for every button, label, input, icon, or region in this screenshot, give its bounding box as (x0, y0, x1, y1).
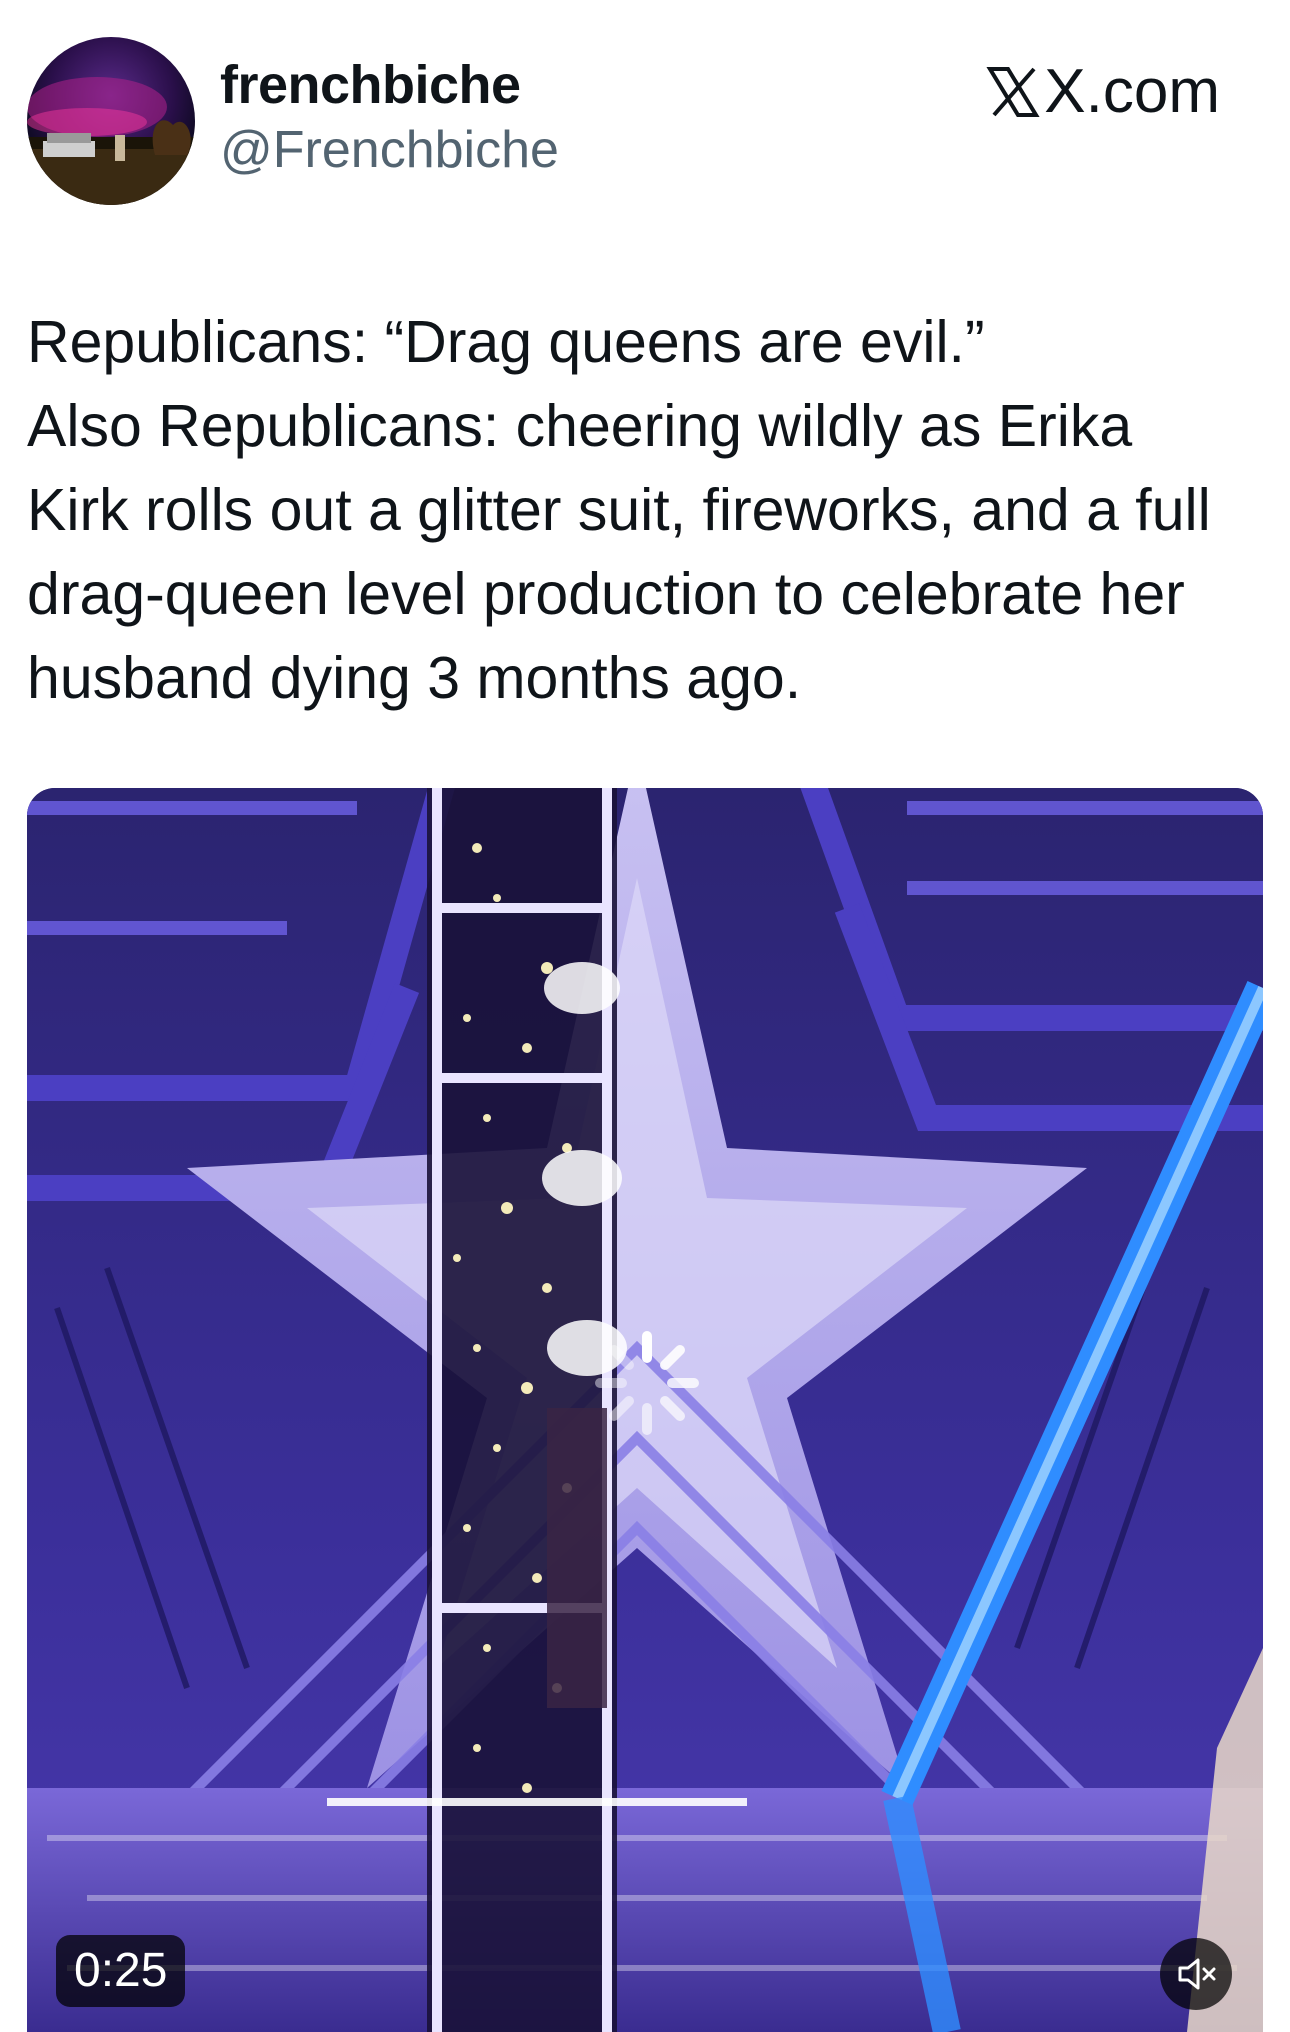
loading-spinner-icon (592, 1328, 702, 1438)
speaker-muted-icon (1178, 1958, 1216, 1990)
brand-watermark: X.com (986, 52, 1220, 132)
avatar-photo (27, 77, 195, 205)
video-player[interactable]: 0:25 (27, 788, 1263, 2032)
tweet-text: Republicans: “Drag queens are evil.” Als… (27, 309, 1211, 711)
tweet-header: frenchbiche @Frenchbiche X.com (0, 0, 1290, 230)
author-names: frenchbiche @Frenchbiche (220, 52, 559, 182)
brand-text: X.com (1044, 57, 1220, 126)
video-duration-badge: 0:25 (56, 1935, 186, 2007)
x-logo-icon (986, 67, 1040, 117)
author-display-name[interactable]: frenchbiche (220, 52, 559, 118)
author-avatar[interactable] (27, 37, 195, 205)
author-handle[interactable]: @Frenchbiche (220, 118, 559, 182)
mute-toggle-button[interactable] (1160, 1938, 1232, 2010)
